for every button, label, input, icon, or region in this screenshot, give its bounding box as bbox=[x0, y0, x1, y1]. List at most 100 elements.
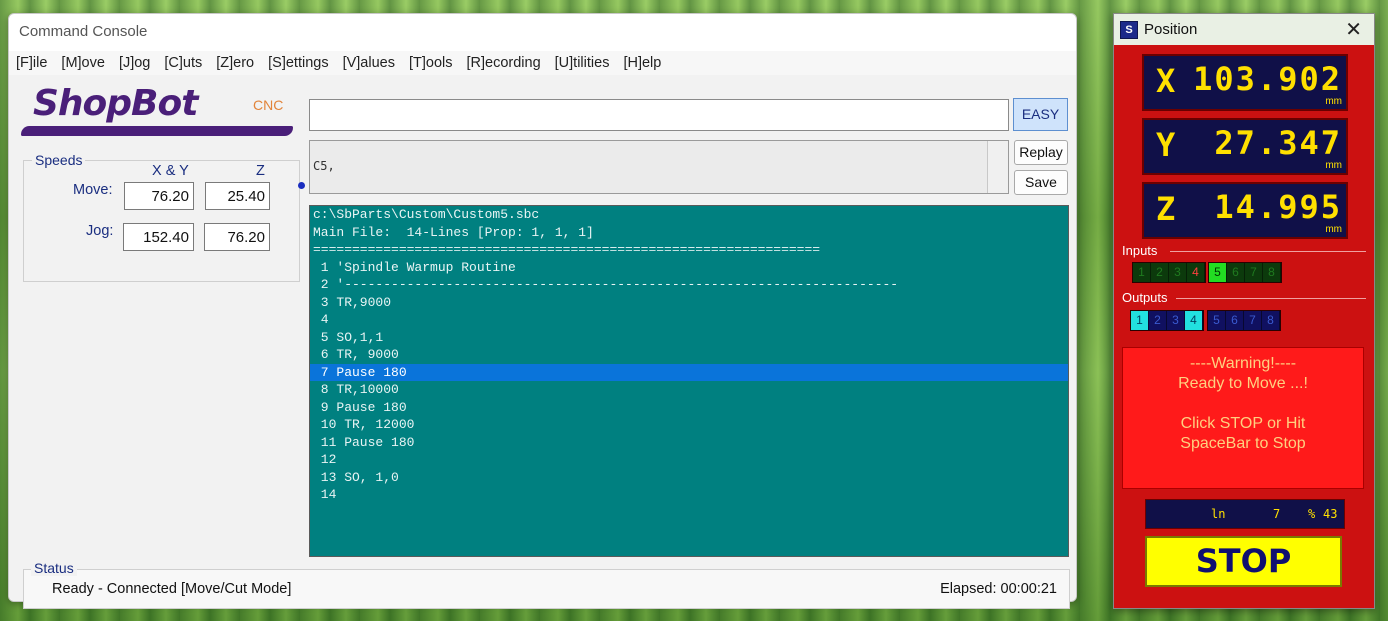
code-line[interactable]: 3 TR,9000 bbox=[310, 294, 1068, 312]
inputs-group-1-4: 1234 bbox=[1132, 262, 1206, 283]
menu-zero[interactable]: [Z]ero bbox=[216, 55, 254, 71]
output-indicator-2: 2 bbox=[1149, 311, 1167, 330]
line-number: 7 bbox=[1273, 507, 1281, 521]
window-title: Command Console bbox=[19, 23, 148, 40]
indicator-dot bbox=[298, 182, 305, 189]
position-window: S Position ✕ X 103.902 mm Y 27.347 mm Z … bbox=[1113, 13, 1375, 609]
menu-move[interactable]: [M]ove bbox=[61, 55, 105, 71]
move-xy-speed-input[interactable]: 76.20 bbox=[124, 182, 194, 210]
menu-values[interactable]: [V]alues bbox=[343, 55, 395, 71]
y-unit: mm bbox=[1325, 160, 1342, 171]
status-legend: Status bbox=[31, 560, 77, 576]
jog-xy-speed-input[interactable]: 152.40 bbox=[123, 223, 194, 251]
app-icon: S bbox=[1120, 21, 1138, 39]
menu-tools[interactable]: [T]ools bbox=[409, 55, 453, 71]
code-line[interactable]: 8 TR,10000 bbox=[310, 381, 1068, 399]
code-line[interactable]: 2 '-------------------------------------… bbox=[310, 276, 1068, 294]
menu-file[interactable]: [F]ile bbox=[16, 55, 47, 71]
line-progress-readout: ln 7 % 43 bbox=[1145, 499, 1345, 529]
file-listing-pane[interactable]: c:\SbParts\Custom\Custom5.sbc Main File:… bbox=[309, 205, 1069, 557]
code-line[interactable]: 10 TR, 12000 bbox=[310, 416, 1068, 434]
output-indicator-4: 4 bbox=[1185, 311, 1203, 330]
code-line[interactable]: 5 SO,1,1 bbox=[310, 329, 1068, 347]
x-readout: X 103.902 mm bbox=[1142, 54, 1348, 111]
output-indicator-1: 1 bbox=[1131, 311, 1149, 330]
z-unit: mm bbox=[1325, 224, 1342, 235]
position-title: Position bbox=[1144, 21, 1198, 38]
console-body: [F]ile [M]ove [J]og [C]uts [Z]ero [S]ett… bbox=[9, 51, 1076, 609]
speeds-panel: Speeds X & Y Z Move: Jog: 76.20 25.40 15… bbox=[23, 152, 300, 282]
warning-line-click: Click STOP or Hit bbox=[1180, 415, 1306, 432]
close-icon[interactable]: ✕ bbox=[1345, 17, 1362, 42]
y-value: 27.347 bbox=[1214, 124, 1342, 162]
logo-cnc-text: CNC bbox=[253, 97, 284, 113]
outputs-group-5-8: 5678 bbox=[1207, 310, 1281, 331]
speeds-legend: Speeds bbox=[32, 152, 86, 168]
code-line[interactable]: 6 TR, 9000 bbox=[310, 346, 1068, 364]
input-indicator-8: 8 bbox=[1263, 263, 1281, 282]
code-line[interactable]: 11 Pause 180 bbox=[310, 434, 1068, 452]
code-line[interactable]: 12 bbox=[310, 451, 1068, 469]
status-panel: Status Ready - Connected [Move/Cut Mode]… bbox=[23, 560, 1070, 609]
y-readout: Y 27.347 mm bbox=[1142, 118, 1348, 175]
output-indicator-6: 6 bbox=[1226, 311, 1244, 330]
input-indicator-5: 5 bbox=[1209, 263, 1227, 282]
easy-button[interactable]: EASY bbox=[1013, 98, 1068, 131]
input-indicator-2: 2 bbox=[1151, 263, 1169, 282]
y-axis-label: Y bbox=[1156, 126, 1176, 164]
warning-panel: ----Warning!---- Ready to Move ...! Clic… bbox=[1122, 347, 1364, 489]
outputs-group-1-4: 1234 bbox=[1130, 310, 1204, 331]
menu-utilities[interactable]: [U]tilities bbox=[555, 55, 610, 71]
percent-value: 43 bbox=[1323, 507, 1338, 521]
history-scrollbar[interactable] bbox=[987, 141, 1008, 193]
file-path: c:\SbParts\Custom\Custom5.sbc bbox=[313, 207, 540, 222]
menu-jog[interactable]: [J]og bbox=[119, 55, 150, 71]
menu-settings[interactable]: [S]ettings bbox=[268, 55, 328, 71]
code-line[interactable]: 13 SO, 1,0 bbox=[310, 469, 1068, 487]
code-line[interactable]: 9 Pause 180 bbox=[310, 399, 1068, 417]
code-line[interactable]: 1 'Spindle Warmup Routine bbox=[310, 259, 1068, 277]
warning-heading: ----Warning!---- bbox=[1189, 355, 1297, 372]
elapsed-time: Elapsed: 00:00:21 bbox=[940, 581, 1057, 597]
code-line[interactable]: 4 bbox=[310, 311, 1068, 329]
inputs-divider bbox=[1170, 251, 1366, 252]
x-axis-label: X bbox=[1156, 62, 1176, 100]
outputs-label: Outputs bbox=[1122, 290, 1168, 305]
output-indicator-5: 5 bbox=[1208, 311, 1226, 330]
z-axis-label: Z bbox=[1156, 190, 1176, 228]
warning-line-ready: Ready to Move ...! bbox=[1178, 375, 1308, 392]
command-input[interactable] bbox=[309, 99, 1009, 131]
history-text: C5, bbox=[313, 159, 335, 173]
speeds-header-z: Z bbox=[256, 163, 265, 179]
speeds-header-xy: X & Y bbox=[152, 163, 189, 179]
x-value: 103.902 bbox=[1193, 60, 1342, 98]
menu-help[interactable]: [H]elp bbox=[623, 55, 661, 71]
move-speed-label: Move: bbox=[73, 182, 113, 198]
code-line[interactable]: 14 bbox=[310, 486, 1068, 504]
menu-bar: [F]ile [M]ove [J]og [C]uts [Z]ero [S]ett… bbox=[9, 51, 1076, 75]
input-indicator-3: 3 bbox=[1169, 263, 1187, 282]
replay-button[interactable]: Replay bbox=[1014, 140, 1068, 165]
shopbot-logo: ShopBot CNC bbox=[21, 82, 297, 142]
warning-line-spacebar: SpaceBar to Stop bbox=[1180, 435, 1306, 452]
separator-line: ========================================… bbox=[313, 242, 821, 257]
output-indicator-8: 8 bbox=[1262, 311, 1280, 330]
command-history[interactable]: C5, bbox=[309, 140, 1009, 194]
z-value: 14.995 bbox=[1214, 188, 1342, 226]
inputs-group-5-8: 5678 bbox=[1208, 262, 1282, 283]
move-z-speed-input[interactable]: 25.40 bbox=[205, 182, 270, 210]
logo-text: ShopBot bbox=[33, 83, 198, 124]
menu-cuts[interactable]: [C]uts bbox=[164, 55, 202, 71]
jog-speed-label: Jog: bbox=[86, 223, 114, 239]
code-line[interactable]: 7 Pause 180 bbox=[310, 363, 1068, 381]
stop-button[interactable]: STOP bbox=[1145, 536, 1342, 587]
save-button[interactable]: Save bbox=[1014, 170, 1068, 195]
input-indicator-7: 7 bbox=[1245, 263, 1263, 282]
percent-label: % bbox=[1308, 507, 1316, 521]
jog-z-speed-input[interactable]: 76.20 bbox=[204, 223, 270, 251]
input-indicator-1: 1 bbox=[1133, 263, 1151, 282]
z-readout: Z 14.995 mm bbox=[1142, 182, 1348, 239]
menu-recording[interactable]: [R]ecording bbox=[467, 55, 541, 71]
command-console-window: Command Console [F]ile [M]ove [J]og [C]u… bbox=[8, 13, 1077, 609]
x-unit: mm bbox=[1325, 96, 1342, 107]
